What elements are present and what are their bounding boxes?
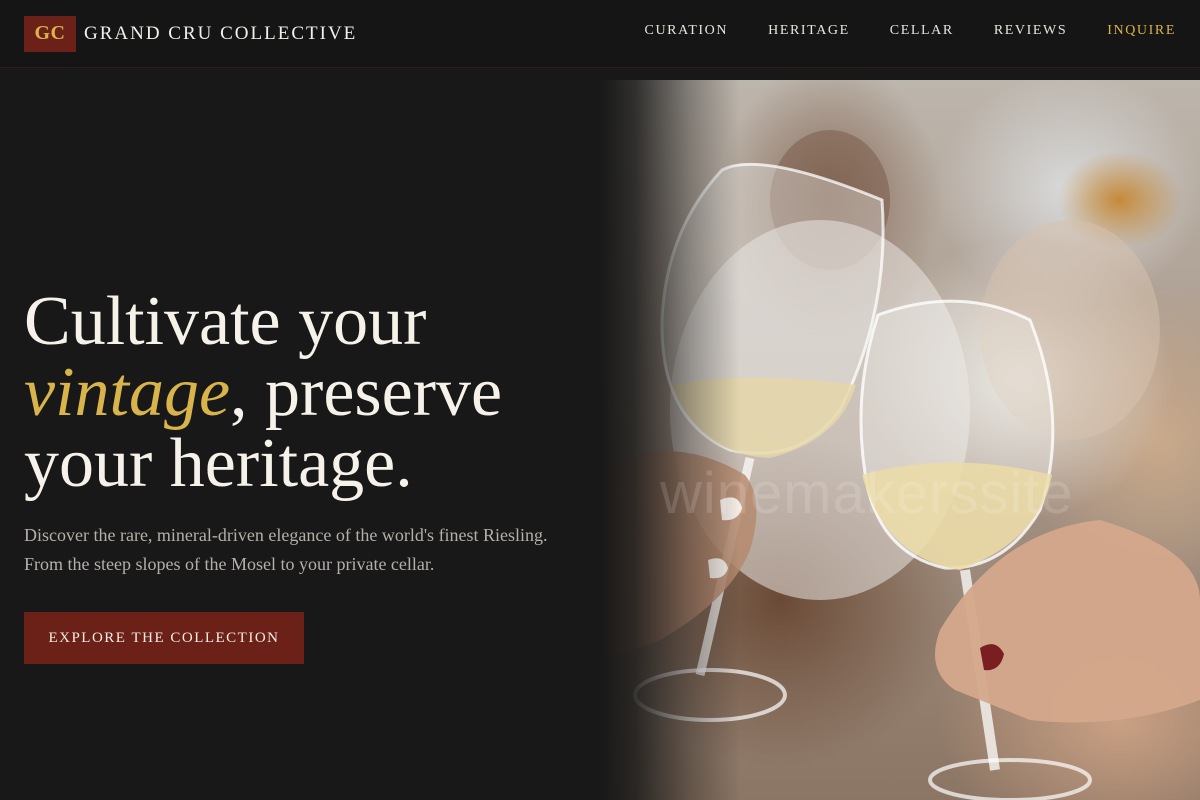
headline-emphasis: vintage [24,354,231,431]
hero-section: Cultivate your vintage, preserve your he… [24,286,584,664]
description-line-2: From the steep slopes of the Mosel to yo… [24,554,435,574]
site-header: GC GRAND CRU COLLECTIVE CURATION HERITAG… [0,0,1200,68]
hero-description: Discover the rare, mineral-driven elegan… [24,521,584,579]
hero-photo: winemakerssite [600,80,1200,800]
brand-name: GRAND CRU COLLECTIVE [84,22,358,44]
explore-collection-button[interactable]: EXPLORE THE COLLECTION [24,612,304,664]
landing-page: GC GRAND CRU COLLECTIVE CURATION HERITAG… [0,0,1200,800]
nav-cellar[interactable]: CELLAR [890,23,954,39]
description-line-1: Discover the rare, mineral-driven elegan… [24,525,548,545]
logo-mark: GC [24,15,76,52]
headline-line-2-rest: , preserve [230,354,503,431]
image-watermark: winemakerssite [660,461,1074,526]
hero-headline: Cultivate your vintage, preserve your he… [24,286,584,499]
headline-line-1: Cultivate your [24,283,427,360]
nav-inquire[interactable]: INQUIRE [1107,23,1176,39]
nav-reviews[interactable]: REVIEWS [994,23,1067,39]
brand[interactable]: GC GRAND CRU COLLECTIVE [24,15,358,52]
nav-curation[interactable]: CURATION [645,23,729,39]
nav-heritage[interactable]: HERITAGE [768,23,850,39]
main-nav: CURATION HERITAGE CELLAR REVIEWS INQUIRE [645,23,1176,39]
image-fade [600,80,740,800]
headline-line-3: your heritage. [24,425,413,502]
